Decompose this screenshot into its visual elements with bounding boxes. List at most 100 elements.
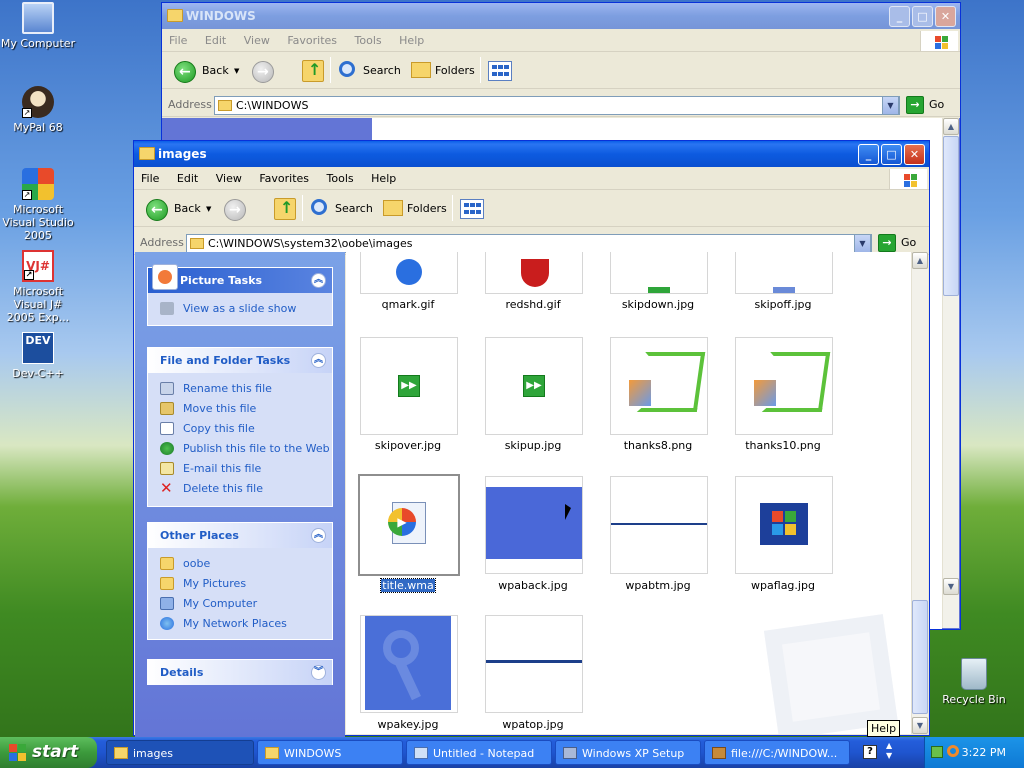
file-name[interactable]: redshd.gif [473, 298, 593, 311]
file-thumbnail[interactable]: ▶▶ [360, 337, 458, 435]
back-button[interactable]: ← Back ▼ [174, 58, 240, 84]
place-my-computer[interactable]: My Computer [160, 594, 332, 614]
file-name[interactable]: skipup.jpg [473, 439, 593, 452]
file-name[interactable]: wpabtm.jpg [598, 579, 718, 592]
minimize-button[interactable]: _ [889, 6, 910, 27]
other-places-header[interactable]: Other Places ︽ [148, 523, 332, 548]
expand-icon[interactable]: ︾ [311, 665, 326, 680]
details-header[interactable]: Details ︾ [148, 660, 332, 685]
file-name-selected[interactable]: title.wma [348, 578, 468, 593]
file-name[interactable]: skipdown.jpg [598, 298, 718, 311]
taskbar-item-xp-setup[interactable]: Windows XP Setup [555, 740, 701, 765]
address-field[interactable]: C:\WINDOWS\system32\oobe\images [186, 234, 872, 253]
scroll-up-button[interactable]: ▲ [943, 118, 959, 135]
taskbar-item-browser[interactable]: file:///C:/WINDOW... [704, 740, 850, 765]
views-button[interactable] [488, 61, 512, 81]
title-bar[interactable]: images _ □ ✕ [134, 141, 929, 167]
search-button[interactable]: Search [337, 58, 401, 84]
menu-help[interactable]: Help [364, 168, 403, 190]
back-button[interactable]: ← Back ▼ [146, 196, 212, 222]
images-explorer-window[interactable]: images _ □ ✕ File Edit View Favorites To… [133, 140, 930, 738]
file-name[interactable]: thanks8.png [598, 439, 718, 452]
forward-button[interactable]: → [252, 61, 274, 83]
collapse-icon[interactable]: ︽ [311, 353, 326, 368]
maximize-button[interactable]: □ [912, 6, 933, 27]
menu-view[interactable]: View [209, 168, 249, 190]
help-icon[interactable]: ? [863, 745, 877, 759]
task-delete-file[interactable]: ✕ Delete this file [160, 479, 332, 499]
scrollbar-thumb[interactable] [912, 600, 928, 714]
place-oobe[interactable]: oobe [160, 554, 332, 574]
vertical-scrollbar[interactable]: ▲ ▼ [942, 118, 959, 628]
file-thumbnail[interactable]: ▶▶ [485, 337, 583, 435]
file-name[interactable]: skipoff.jpg [723, 298, 843, 311]
file-thumbnail[interactable] [360, 615, 458, 713]
menu-favorites[interactable]: Favorites [252, 168, 316, 190]
file-view[interactable]: qmark.gif redshd.gif skipdown.jpg skipof… [346, 252, 911, 734]
menu-tools[interactable]: Tools [320, 168, 361, 190]
file-thumbnail[interactable] [610, 476, 708, 574]
file-name[interactable]: skipover.jpg [348, 439, 468, 452]
close-button[interactable]: ✕ [904, 144, 925, 165]
task-view-slide-show[interactable]: View as a slide show [160, 299, 332, 319]
search-tray-icon[interactable] [947, 745, 959, 757]
task-rename-file[interactable]: Rename this file [160, 379, 332, 399]
menu-view[interactable]: View [237, 30, 277, 52]
up-folder-button[interactable]: ↑ [302, 60, 324, 82]
vertical-scrollbar[interactable]: ▲ ▼ [911, 252, 928, 734]
task-publish-web[interactable]: Publish this file to the Web [160, 439, 332, 459]
file-name[interactable]: wpaback.jpg [473, 579, 593, 592]
desktop-icon-mypal[interactable]: ↗ MyPal 68 [0, 86, 78, 134]
taskbar-item-notepad[interactable]: Untitled - Notepad [406, 740, 552, 765]
collapse-icon[interactable]: ︽ [311, 273, 326, 288]
file-thumbnail[interactable] [360, 252, 458, 294]
file-thumbnail[interactable] [610, 337, 708, 435]
search-button[interactable]: Search [309, 196, 373, 222]
menu-edit[interactable]: Edit [198, 30, 233, 52]
views-button[interactable] [460, 199, 484, 219]
folders-button[interactable]: Folders [409, 58, 477, 84]
scroll-down-button[interactable]: ▼ [943, 578, 959, 595]
menu-file[interactable]: File [134, 168, 166, 190]
task-move-file[interactable]: Move this file [160, 399, 332, 419]
forward-button[interactable]: → [224, 199, 246, 221]
minimize-button[interactable]: _ [858, 144, 879, 165]
menu-help[interactable]: Help [392, 30, 431, 52]
scroll-down-button[interactable]: ▼ [912, 717, 928, 734]
desktop-icon-recycle-bin[interactable]: Recycle Bin [934, 658, 1014, 706]
folders-button[interactable]: Folders [381, 196, 449, 222]
place-my-pictures[interactable]: My Pictures [160, 574, 332, 594]
taskbar-item-images[interactable]: images [106, 740, 254, 765]
task-email-file[interactable]: E-mail this file [160, 459, 332, 479]
menu-file[interactable]: File [162, 30, 194, 52]
file-thumbnail[interactable] [735, 337, 833, 435]
up-folder-button[interactable]: ↑ [274, 198, 296, 220]
address-dropdown-button[interactable]: ▼ [882, 96, 899, 115]
address-field[interactable]: C:\WINDOWS [214, 96, 900, 115]
start-button[interactable]: start [0, 737, 97, 768]
taskbar-scroll-icon[interactable]: ▲ ▼ [886, 741, 892, 761]
place-my-network-places[interactable]: My Network Places [160, 614, 332, 634]
network-tray-icon[interactable] [931, 746, 943, 758]
desktop-icon-visual-jsharp[interactable]: VJ# ↗ Microsoft Visual J# 2005 Exp... [0, 250, 78, 324]
taskbar-item-windows[interactable]: WINDOWS [257, 740, 403, 765]
file-thumbnail[interactable] [735, 252, 833, 294]
file-thumbnail[interactable] [485, 252, 583, 294]
file-name[interactable]: wpaflag.jpg [723, 579, 843, 592]
close-button[interactable]: ✕ [935, 6, 956, 27]
maximize-button[interactable]: □ [881, 144, 902, 165]
menu-edit[interactable]: Edit [170, 168, 205, 190]
menu-favorites[interactable]: Favorites [280, 30, 344, 52]
scroll-up-button[interactable]: ▲ [912, 252, 928, 269]
file-thumbnail[interactable] [610, 252, 708, 294]
file-thumbnail[interactable] [485, 476, 583, 574]
title-bar[interactable]: WINDOWS _ □ ✕ [162, 3, 960, 29]
file-name[interactable]: wpakey.jpg [348, 718, 468, 731]
file-thumbnail[interactable] [735, 476, 833, 574]
file-name[interactable]: qmark.gif [348, 298, 468, 311]
desktop-icon-my-computer[interactable]: My Computer [0, 2, 78, 50]
file-thumbnail-selected[interactable]: ▶ [358, 474, 460, 576]
scrollbar-thumb[interactable] [943, 136, 959, 296]
desktop-icon-visual-studio[interactable]: ↗ Microsoft Visual Studio 2005 [0, 168, 78, 242]
file-thumbnail[interactable] [485, 615, 583, 713]
